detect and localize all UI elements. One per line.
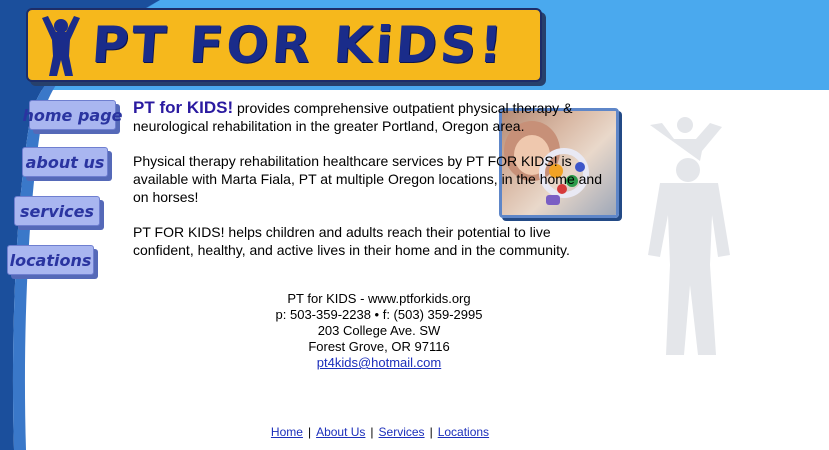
services-paragraph: Physical therapy rehabilitation healthca…	[133, 153, 602, 205]
child-figure-icon	[42, 16, 80, 76]
brand-name: PT for KIDS!	[133, 98, 234, 117]
footer-locations-link[interactable]: Locations	[438, 425, 489, 439]
contact-block: PT for KIDS - www.ptforkids.org p: 503-3…	[240, 291, 518, 371]
nav-locations-button[interactable]: locations	[7, 245, 94, 275]
mission-paragraph: PT FOR KIDS! helps children and adults r…	[133, 224, 570, 258]
logo-text: PT FOR KiDS!	[89, 16, 507, 74]
nav-about-button[interactable]: about us	[22, 147, 108, 177]
main-content: PT for KIDS! provides comprehensive outp…	[133, 99, 603, 276]
footer-services-link[interactable]: Services	[379, 425, 425, 439]
site-logo[interactable]: PT FOR KiDS!	[26, 8, 542, 82]
contact-phone-line: p: 503-359-2238 • f: (503) 359-2995	[275, 307, 483, 322]
footer-nav: Home | About Us | Services | Locations	[0, 425, 760, 439]
footer-separator: |	[429, 425, 433, 439]
contact-street-line: 203 College Ave. SW	[317, 323, 441, 338]
contact-city-line: Forest Grove, OR 97116	[308, 339, 450, 354]
nav-home-button[interactable]: home page	[22, 100, 123, 130]
footer-about-link[interactable]: About Us	[316, 425, 365, 439]
email-link[interactable]: pt4kids@hotmail.com	[317, 355, 441, 370]
footer-separator: |	[307, 425, 312, 439]
contact-website-line: PT for KIDS - www.ptforkids.org	[287, 291, 471, 306]
footer-home-link[interactable]: Home	[271, 425, 303, 439]
intro-paragraph: PT for KIDS! provides comprehensive outp…	[133, 99, 603, 135]
adult-silhouette-decoration	[648, 117, 730, 355]
footer-separator: |	[370, 425, 374, 439]
nav-services-button[interactable]: services	[14, 196, 100, 226]
